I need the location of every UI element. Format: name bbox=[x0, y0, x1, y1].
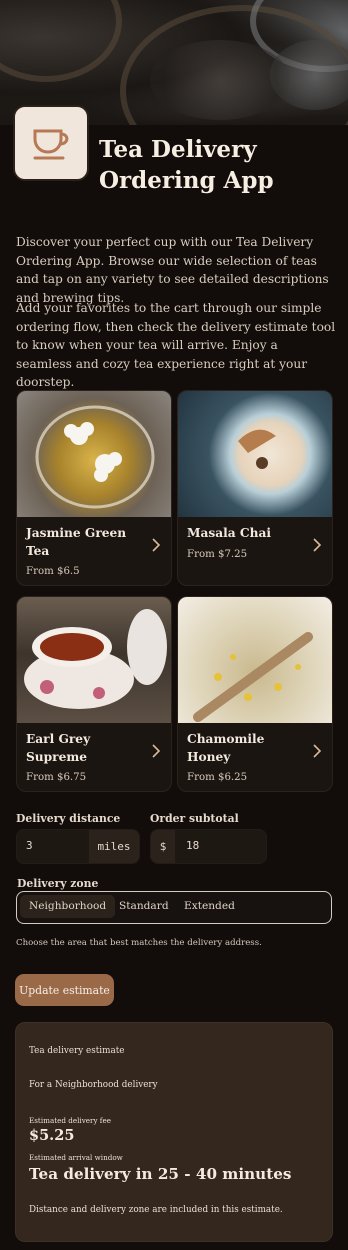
chevron-right-icon bbox=[152, 744, 161, 758]
zone-option-extended[interactable]: Extended bbox=[175, 895, 244, 918]
page-title: Tea Delivery Ordering App bbox=[99, 136, 274, 194]
tea-name: Earl Grey Supreme bbox=[26, 732, 91, 764]
tea-card-masala[interactable]: Masala Chai From $7.25 bbox=[177, 390, 333, 586]
update-estimate-button[interactable]: Update estimate bbox=[15, 974, 114, 1006]
chamomile-scoop bbox=[193, 632, 313, 722]
subtotal-value[interactable]: 18 bbox=[186, 839, 199, 852]
subtotal-label: Order subtotal bbox=[150, 812, 239, 825]
window-label: Estimated arrival window bbox=[29, 1153, 123, 1162]
distance-value[interactable]: 3 bbox=[26, 839, 33, 852]
zone-option-neighborhood[interactable]: Neighborhood bbox=[20, 895, 116, 918]
teacup-icon bbox=[33, 129, 69, 160]
estimate-zone-line: For a Neighborhood delivery bbox=[29, 1080, 158, 1090]
tea-image-earl-grey bbox=[17, 597, 171, 723]
zone-label: Delivery zone bbox=[17, 877, 99, 890]
intro-paragraph: Discover your perfect cup with our Tea D… bbox=[16, 235, 329, 305]
estimate-panel: Tea delivery estimate For a Neighborhood… bbox=[15, 1022, 333, 1242]
tea-card-earl-grey[interactable]: Earl Grey Supreme From $6.75 bbox=[16, 596, 172, 792]
delivery-zone-selector[interactable]: Neighborhood Standard Extended bbox=[16, 891, 332, 924]
arrival-window: Tea delivery in 25 - 40 minutes bbox=[29, 1165, 292, 1183]
fee-label: Estimated delivery fee bbox=[29, 1116, 111, 1125]
currency-prefix: $ bbox=[151, 830, 175, 863]
tea-price: From $7.25 bbox=[187, 549, 248, 560]
tea-price: From $6.5 bbox=[26, 566, 80, 577]
tea-image-jasmine bbox=[17, 391, 171, 517]
tea-card-chamomile[interactable]: Chamomile Honey From $6.25 bbox=[177, 596, 333, 792]
tea-leaves bbox=[150, 40, 290, 120]
tea-name: Masala Chai bbox=[187, 526, 272, 540]
distance-label: Delivery distance bbox=[16, 812, 121, 825]
estimate-heading: Tea delivery estimate bbox=[29, 1046, 125, 1056]
chevron-right-icon bbox=[313, 744, 322, 758]
zone-hint: Choose the area that best matches the de… bbox=[16, 938, 262, 948]
app-icon bbox=[13, 105, 89, 181]
chevron-right-icon bbox=[313, 538, 322, 552]
zone-option-standard[interactable]: Standard bbox=[110, 895, 178, 918]
basket-rim bbox=[0, 0, 122, 82]
jasmine-flowers bbox=[35, 405, 155, 509]
distance-input[interactable]: 3 miles bbox=[16, 829, 140, 864]
tea-price: From $6.75 bbox=[26, 772, 87, 783]
estimate-note: Distance and delivery zone are included … bbox=[29, 1205, 283, 1215]
tea-card-jasmine[interactable]: Jasmine Green Tea From $6.5 bbox=[16, 390, 172, 586]
tea-image-chamomile bbox=[178, 597, 332, 723]
tea-price: From $6.25 bbox=[187, 772, 248, 783]
chevron-right-icon bbox=[152, 538, 161, 552]
tea-image-masala bbox=[178, 391, 332, 517]
masala-cup bbox=[238, 429, 276, 469]
tea-name: Jasmine Green Tea bbox=[26, 526, 127, 558]
earl-grey-cup bbox=[24, 609, 167, 709]
delivery-fee: $5.25 bbox=[29, 1127, 75, 1144]
distance-unit: miles bbox=[89, 830, 139, 863]
tea-name: Chamomile Honey bbox=[187, 732, 265, 764]
intro-paragraph: Add your favorites to the cart through o… bbox=[16, 301, 336, 390]
subtotal-input[interactable]: $ 18 bbox=[150, 829, 267, 864]
